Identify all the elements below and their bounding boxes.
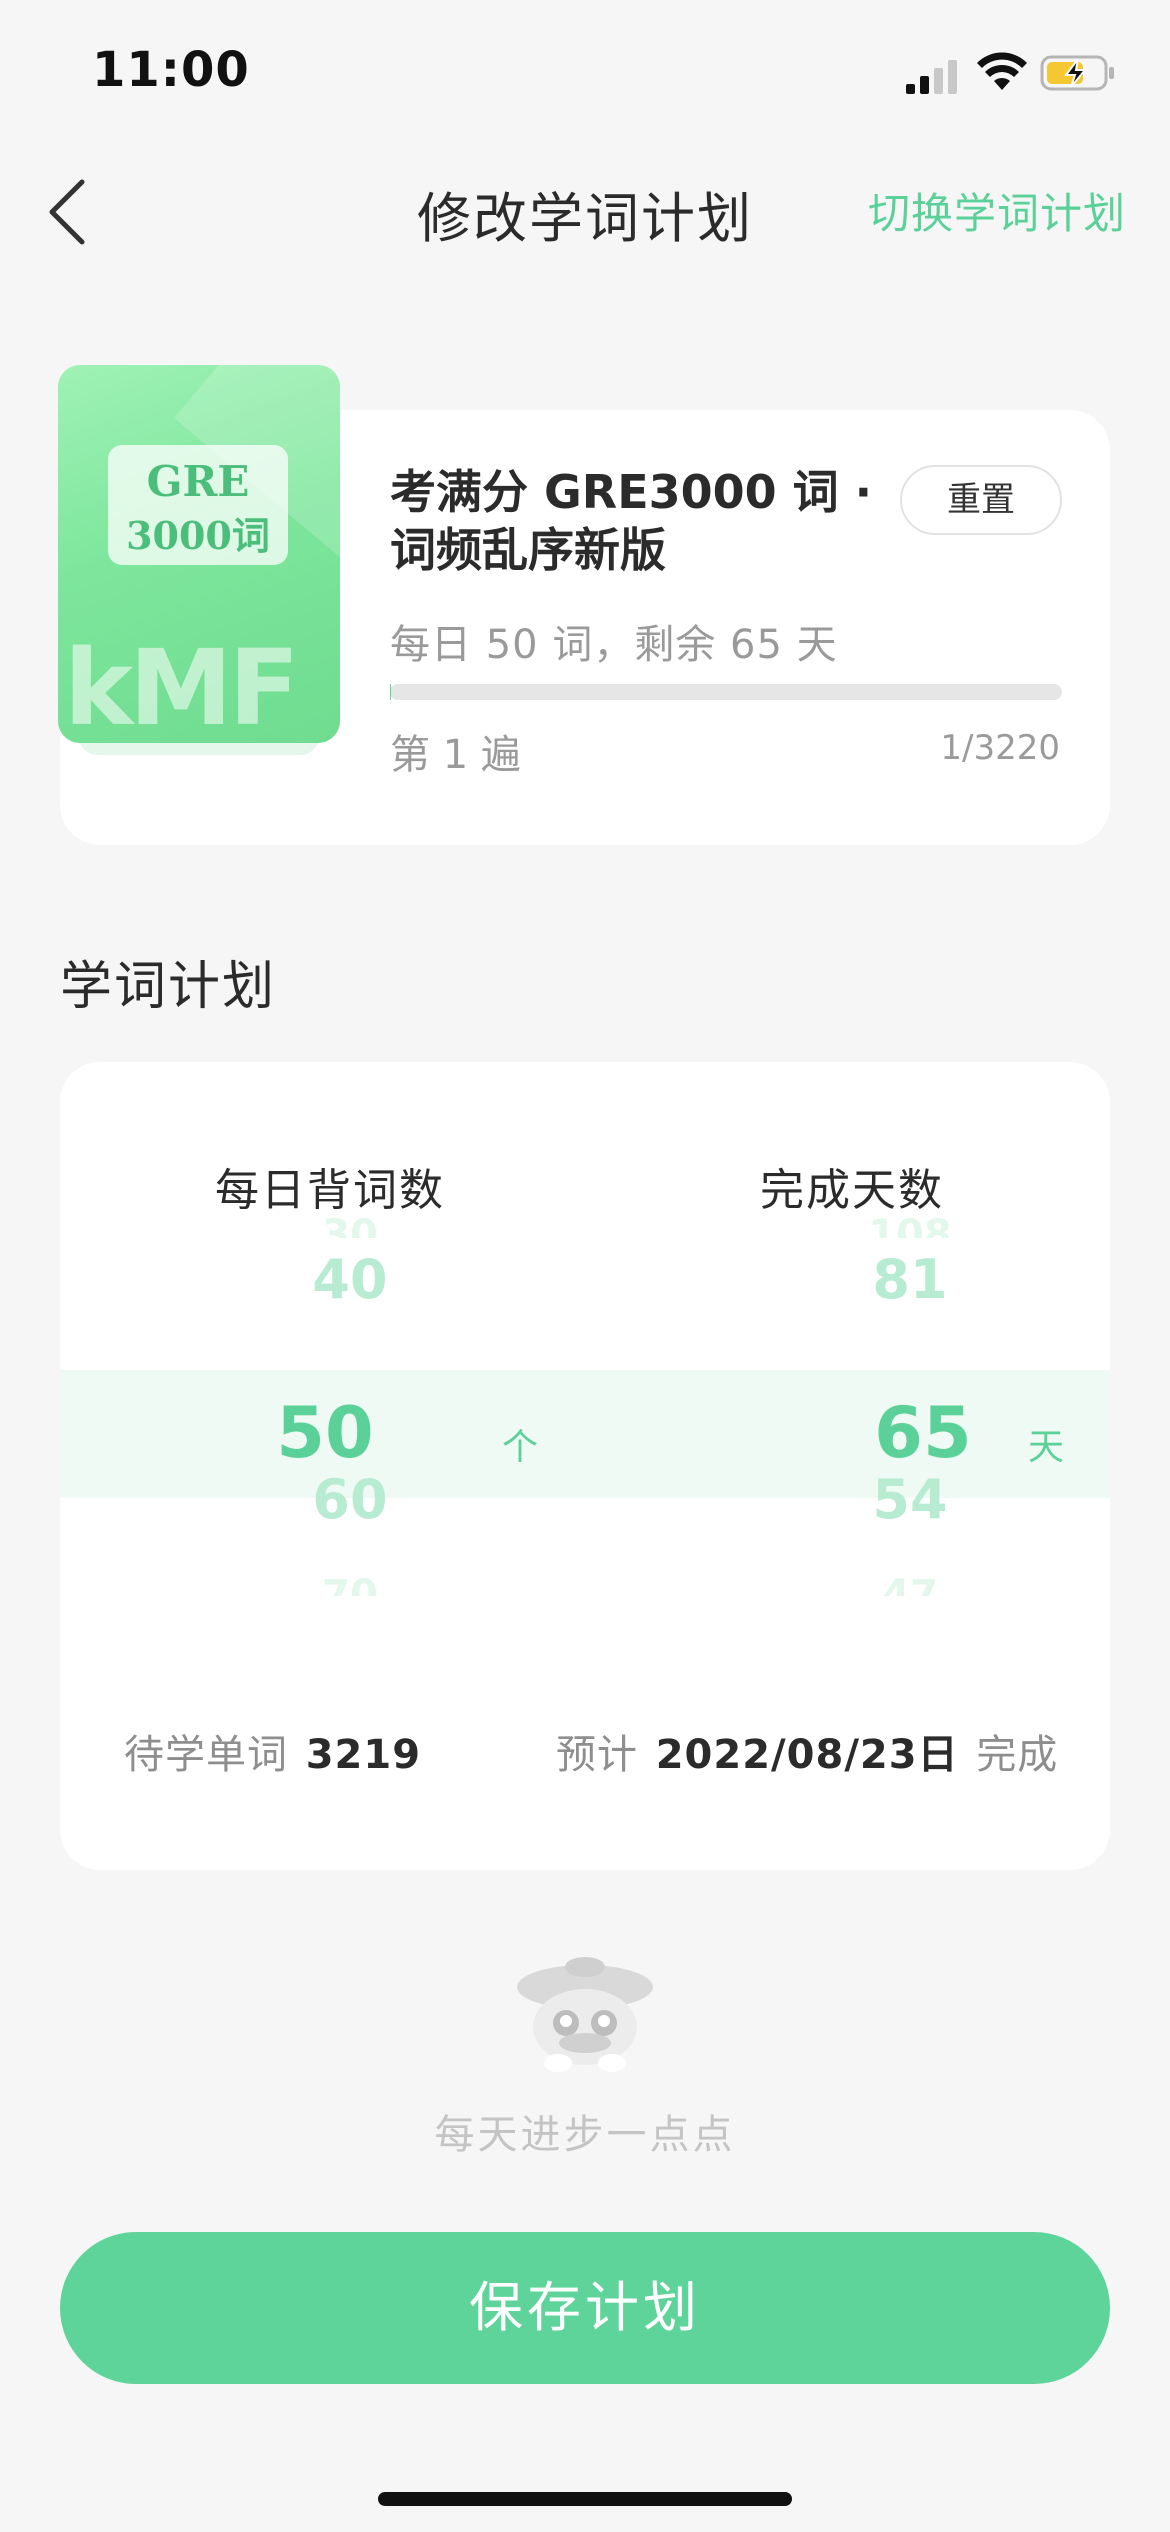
days-picker[interactable]: 108 81 65 天 54 47 [750,1212,1064,1682]
section-title: 学词计划 [60,957,277,1017]
motto-text: 每天进步一点点 [434,2112,736,2158]
picker-option[interactable]: 30 [280,1212,420,1238]
signal-icon [906,60,957,94]
mascot-icon [517,1957,653,2072]
estimate-stat: 预计 2022/08/23日 完成 [556,1722,1058,1780]
save-plan-button[interactable]: 保存计划 [60,2232,1110,2384]
estimate-date: 2022/08/23日 [655,1732,959,1778]
round-label: 第 1 遍 [390,732,521,778]
plan-card: 每日背词数 完成天数 30 40 50 个 60 70 108 81 65 天 … [60,1062,1110,1870]
daily-words-header: 每日背词数 [215,1165,445,1216]
picker-option[interactable]: 108 [840,1212,980,1238]
pending-words-stat: 待学单词 3219 [124,1722,425,1780]
cover-label-line1: GRE [146,457,250,506]
cover-label: GRE 3000词 [108,445,288,565]
pending-words-value: 3219 [305,1732,422,1778]
picker-unit: 天 [1028,1427,1065,1468]
picker-selected-value[interactable]: 65 [868,1392,978,1474]
cover-label-line2: 3000词 [126,513,270,558]
wifi-icon [977,52,1027,90]
status-time: 11:00 [92,42,250,98]
picker-option[interactable]: 81 [840,1248,980,1311]
book-cover[interactable]: GRE 3000词 kMF [58,365,340,743]
book-title: 考满分 GRE3000 词 · 词频乱序新版 [390,465,873,577]
home-indicator[interactable] [378,2492,792,2506]
picker-option[interactable]: 40 [280,1248,420,1311]
estimate-label: 预计 [556,1732,638,1778]
reset-button[interactable]: 重置 [900,465,1062,535]
days-header: 完成天数 [760,1165,944,1216]
battery-charging-icon [1040,55,1114,91]
picker-option[interactable]: 70 [280,1572,420,1596]
picker-option[interactable]: 60 [280,1468,420,1531]
picker-option[interactable]: 47 [840,1572,980,1596]
nav-bar: 修改学词计划 切换学词计划 [0,150,1170,270]
picker-unit: 个 [502,1427,539,1468]
pending-words-label: 待学单词 [124,1732,288,1778]
cover-logo: kMF [64,627,300,743]
picker-option[interactable]: 54 [840,1468,980,1531]
book-plan-summary: 每日 50 词，剩余 65 天 [390,622,838,668]
progress-count: 1/3220 [940,728,1060,768]
switch-plan-link[interactable]: 切换学词计划 [868,180,1126,241]
estimate-suffix: 完成 [976,1732,1059,1778]
status-bar: 11:00 [0,0,1170,140]
progress-bar [390,684,1062,700]
picker-selected-value[interactable]: 50 [270,1392,380,1474]
daily-words-picker[interactable]: 30 40 50 个 60 70 [276,1212,580,1682]
